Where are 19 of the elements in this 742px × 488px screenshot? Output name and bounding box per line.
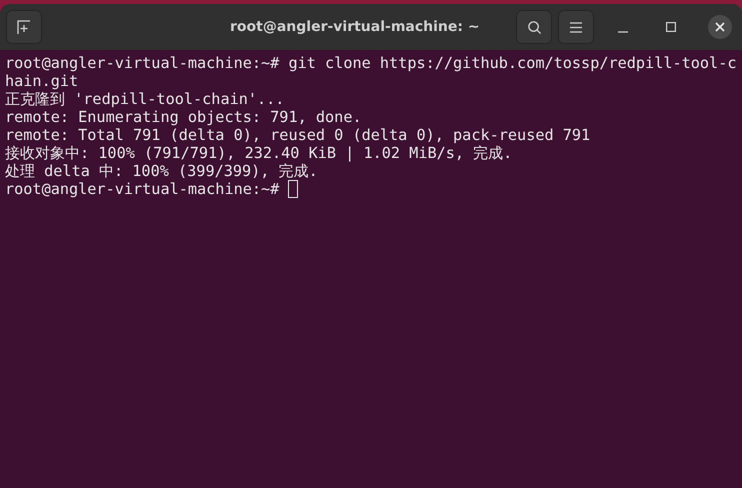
terminal-line: root@angler-virtual-machine:~# git clone https://github.com/tossp/redpill-tool-c [5, 54, 736, 72]
terminal-line: 处理 delta 中: 100% (399/399), 完成. [5, 162, 318, 180]
minimize-icon [618, 31, 628, 33]
terminal-line: remote: Enumerating objects: 791, done. [5, 108, 362, 126]
close-button[interactable] [708, 15, 732, 39]
new-tab-icon [16, 19, 32, 35]
menu-icon [570, 22, 582, 32]
menu-button[interactable] [558, 10, 594, 44]
terminal-line: 接收对象中: 100% (791/791), 232.40 KiB | 1.02 MiB/s, 完成. [5, 144, 512, 162]
terminal-line: root@angler-virtual-machine:~# [5, 180, 280, 198]
terminal-line: remote: Total 791 (delta 0), reused 0 (delta 0), pack-reused 791 [5, 126, 590, 144]
maximize-icon [666, 22, 676, 32]
window-title: root@angler-virtual-machine: ~ [230, 18, 480, 37]
close-icon [715, 22, 725, 32]
search-icon [526, 20, 542, 34]
new-tab-button[interactable] [6, 10, 42, 44]
terminal-line: hain.git [5, 72, 78, 90]
terminal-line: 正克隆到 'redpill-tool-chain'... [5, 90, 284, 108]
search-button[interactable] [516, 10, 552, 44]
